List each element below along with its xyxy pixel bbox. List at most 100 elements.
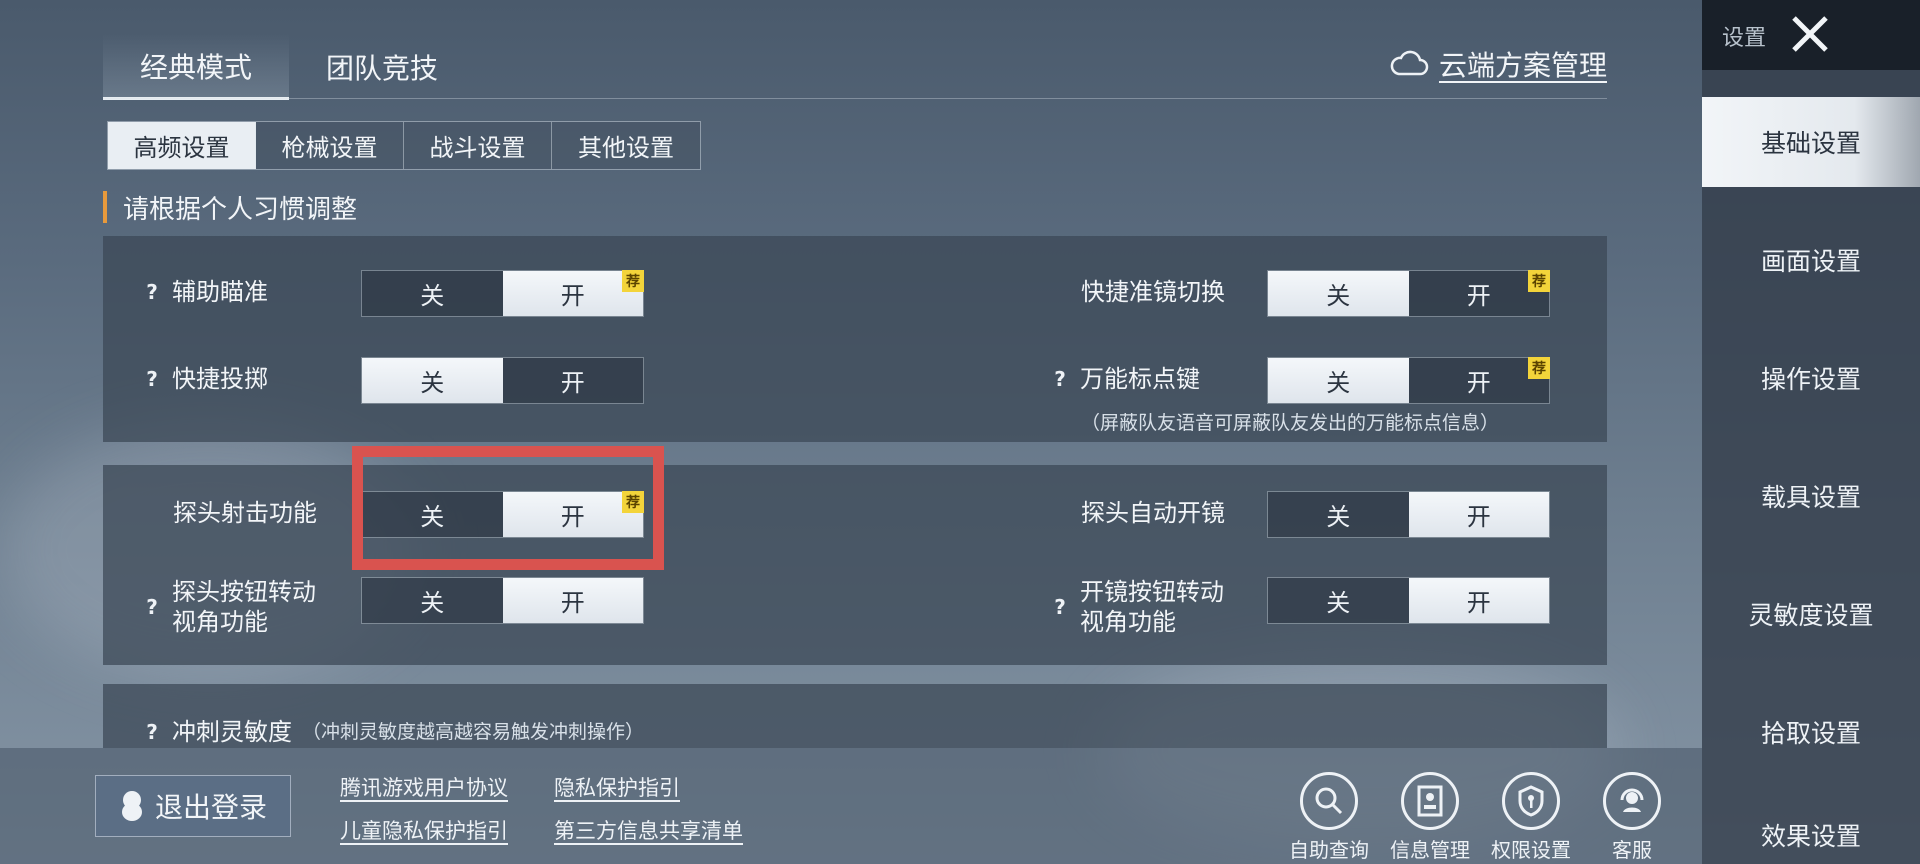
scope-button-turn-label: 开镜按钮转动 视角功能 (1080, 577, 1224, 637)
tab-team-deathmatch[interactable]: 团队竞技 (289, 34, 475, 100)
headset-icon (1603, 772, 1661, 830)
mode-tabs: 经典模式 团队竞技 (103, 34, 475, 100)
sidebar-item-vehicle[interactable]: 载具设置 (1702, 451, 1920, 541)
quick-throw-toggle: 关 开 (361, 357, 644, 404)
setting-label-row: 探头射击功能 (173, 498, 317, 528)
search-icon (1300, 772, 1358, 830)
permission-button[interactable]: 权限设置 (1483, 772, 1579, 863)
sidebar-item-pickup[interactable]: 拾取设置 (1702, 687, 1920, 777)
tab-weapon[interactable]: 枪械设置 (256, 122, 404, 169)
child-privacy-link[interactable]: 儿童隐私保护指引 (340, 815, 508, 845)
tab-other[interactable]: 其他设置 (552, 122, 700, 169)
divider (103, 98, 1607, 99)
qq-penguin-icon (121, 791, 142, 821)
assist-aim-label: 辅助瞄准 (172, 278, 268, 306)
toggle-off-option[interactable]: 关 (1268, 358, 1409, 403)
setting-label-row: 快捷准镜切换 (1081, 277, 1225, 307)
tool-label: 客服 (1612, 838, 1652, 862)
setting-label-row: ? 万能标点键 (1050, 364, 1200, 394)
quick-throw-label: 快捷投掷 (172, 365, 268, 393)
universal-mark-key-note: （屏蔽队友语音可屏蔽队友发出的万能标点信息） (1081, 412, 1500, 434)
privacy-guide-link[interactable]: 隐私保护指引 (554, 772, 680, 802)
third-party-share-link[interactable]: 第三方信息共享清单 (554, 815, 743, 845)
toggle-off-option[interactable]: 关 (362, 578, 503, 623)
sprint-sensitivity-note: （冲刺灵敏度越高越容易触发冲刺操作） (302, 721, 645, 743)
tool-label: 信息管理 (1390, 838, 1470, 862)
sidebar-item-basic[interactable]: 基础设置 (1702, 97, 1920, 187)
recommend-badge: 荐 (622, 270, 644, 292)
toggle-off-option[interactable]: 关 (362, 271, 503, 316)
setting-label-row: ? 冲刺灵敏度 （冲刺灵敏度越高越容易触发冲刺操作） (142, 717, 644, 747)
sidebar-item-sensitivity[interactable]: 灵敏度设置 (1702, 569, 1920, 659)
toggle-on-label: 开 (560, 282, 585, 310)
peek-fire-label: 探头射击功能 (173, 499, 317, 527)
toggle-on-option[interactable]: 开荐 (1408, 357, 1550, 403)
toggle-on-option[interactable]: 开 (502, 578, 643, 623)
id-card-icon (1401, 772, 1459, 830)
label-line: 视角功能 (1080, 608, 1176, 636)
shield-key-icon (1502, 772, 1560, 830)
self-service-button[interactable]: 自助查询 (1281, 772, 1377, 863)
label-line: 探头按钮转动 (172, 578, 316, 606)
tool-label: 自助查询 (1289, 838, 1369, 862)
universal-mark-key-label: 万能标点键 (1080, 365, 1200, 393)
scope-button-turn-toggle: 关 开 (1267, 577, 1550, 624)
tab-high-frequency[interactable]: 高频设置 (108, 122, 256, 169)
setting-label-row: ? 辅助瞄准 (142, 277, 268, 307)
setting-label-row: ? 快捷投掷 (142, 364, 268, 394)
sub-tabs: 高频设置 枪械设置 战斗设置 其他设置 (107, 121, 701, 170)
toggle-off-option[interactable]: 关 (362, 358, 503, 403)
highlight-box (352, 446, 664, 570)
sidebar-item-controls[interactable]: 操作设置 (1702, 333, 1920, 423)
logout-label: 退出登录 (154, 791, 267, 824)
help-icon[interactable]: ? (142, 364, 162, 394)
setting-label-row: 探头自动开镜 (1081, 498, 1225, 528)
recommend-badge: 荐 (1528, 357, 1550, 379)
info-manage-button[interactable]: 信息管理 (1382, 772, 1478, 863)
sprint-sensitivity-label: 冲刺灵敏度 (172, 718, 292, 746)
close-icon (1792, 16, 1828, 52)
user-agreement-link[interactable]: 腾讯游戏用户协议 (340, 772, 508, 802)
help-icon[interactable]: ? (142, 277, 162, 307)
label-line: 视角功能 (172, 608, 268, 636)
toggle-on-option[interactable]: 开 (502, 358, 643, 403)
peek-button-turn-toggle: 关 开 (361, 577, 644, 624)
sidebar-item-graphics[interactable]: 画面设置 (1702, 215, 1920, 305)
peek-button-turn-label: 探头按钮转动 视角功能 (172, 577, 316, 637)
cloud-scheme-label: 云端方案管理 (1438, 49, 1607, 82)
label-line: 开镜按钮转动 (1080, 578, 1224, 606)
close-button[interactable] (1782, 6, 1838, 62)
tool-label: 权限设置 (1491, 838, 1571, 862)
assist-aim-toggle: 关 开荐 (361, 270, 644, 317)
toggle-on-option[interactable]: 开荐 (502, 270, 644, 316)
toggle-on-label: 开 (1466, 369, 1491, 397)
toggle-on-option[interactable]: 开 (1408, 492, 1549, 537)
toggle-off-option[interactable]: 关 (1268, 578, 1409, 623)
section-hint: 请根据个人习惯调整 (103, 191, 357, 225)
recommend-badge: 荐 (1528, 270, 1550, 292)
tab-classic-mode[interactable]: 经典模式 (103, 34, 289, 100)
quick-scope-switch-toggle: 关 开荐 (1267, 270, 1550, 317)
toggle-on-option[interactable]: 开荐 (1408, 270, 1550, 316)
toggle-on-option[interactable]: 开 (1408, 578, 1549, 623)
toggle-off-option[interactable]: 关 (1268, 492, 1409, 537)
help-icon[interactable]: ? (142, 592, 162, 622)
peek-auto-scope-label: 探头自动开镜 (1081, 499, 1225, 527)
customer-service-button[interactable]: 客服 (1584, 772, 1680, 863)
toggle-off-option[interactable]: 关 (1268, 271, 1409, 316)
tab-combat[interactable]: 战斗设置 (404, 122, 552, 169)
sidebar-title: 设置 (1722, 26, 1767, 51)
setting-label-row: ? 开镜按钮转动 视角功能 (1050, 577, 1224, 637)
toggle-on-label: 开 (1466, 282, 1491, 310)
universal-mark-key-toggle: 关 开荐 (1267, 357, 1550, 404)
help-icon[interactable]: ? (142, 717, 162, 747)
logout-button[interactable]: 退出登录 (95, 775, 291, 837)
cloud-icon (1390, 50, 1429, 76)
quick-scope-switch-label: 快捷准镜切换 (1081, 278, 1225, 306)
peek-auto-scope-toggle: 关 开 (1267, 491, 1550, 538)
help-icon[interactable]: ? (1050, 364, 1070, 394)
setting-label-row: ? 探头按钮转动 视角功能 (142, 577, 316, 637)
help-icon[interactable]: ? (1050, 592, 1070, 622)
sidebar-item-effects[interactable]: 效果设置 (1702, 805, 1920, 864)
cloud-scheme-link[interactable]: 云端方案管理 (1389, 44, 1607, 84)
